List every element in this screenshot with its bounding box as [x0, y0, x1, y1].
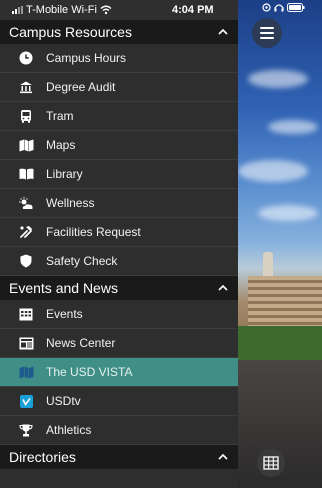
menu-item-label: Events [46, 307, 83, 321]
menu-item-degree-audit[interactable]: Degree Audit [0, 73, 238, 102]
section-header-campus-resources[interactable]: Campus Resources [0, 20, 238, 44]
chevron-up-icon [218, 28, 228, 35]
menu-item-news-center[interactable]: News Center [0, 329, 238, 358]
menu-item-the-usd-vista[interactable]: The USD VISTA [0, 358, 238, 387]
section-title: Events and News [9, 280, 118, 296]
shield-icon [18, 253, 34, 269]
menu-item-label: Library [46, 167, 83, 181]
menu-item-tram[interactable]: Tram [0, 102, 238, 131]
grid-view-icon[interactable] [257, 449, 285, 477]
calendar-grid-icon [18, 306, 34, 322]
wifi-icon [100, 5, 112, 15]
menu-item-label: News Center [46, 336, 116, 350]
hamburger-menu-icon[interactable] [252, 18, 282, 48]
menu-item-label: Campus Hours [46, 51, 127, 65]
app-screen: T-Mobile Wi-Fi 4:04 PM Campus Resources … [0, 0, 322, 488]
section-header-events-and-news[interactable]: Events and News [0, 276, 238, 300]
location-icon [262, 3, 271, 12]
headphones-icon [274, 4, 284, 12]
menu-item-maps[interactable]: Maps [0, 131, 238, 160]
trophy-icon [18, 422, 34, 438]
menu-item-campus-hours[interactable]: Campus Hours [0, 44, 238, 73]
map-icon [18, 364, 34, 380]
menu-item-wellness[interactable]: Wellness [0, 189, 238, 218]
menu-item-label: USDtv [46, 394, 81, 408]
menu-item-label: Wellness [46, 196, 95, 210]
menu-item-athletics[interactable]: Athletics [0, 416, 238, 445]
section-title: Campus Resources [9, 24, 132, 40]
weather-icon [18, 195, 34, 211]
vimeo-icon [18, 393, 34, 409]
institution-icon [18, 79, 34, 95]
signal-icon [12, 6, 23, 14]
carrier-label: T-Mobile Wi-Fi [26, 4, 97, 16]
status-time: 4:04 PM [172, 4, 214, 16]
menu-item-events[interactable]: Events [0, 300, 238, 329]
tools-icon [18, 224, 34, 240]
section-title: Directories [9, 449, 76, 465]
menu-item-label: Degree Audit [46, 80, 116, 94]
book-icon [18, 166, 34, 182]
menu-item-label: Facilities Request [46, 225, 141, 239]
menu-item-label: The USD VISTA [46, 365, 133, 379]
menu-item-library[interactable]: Library [0, 160, 238, 189]
section-header-directories[interactable]: Directories [0, 445, 238, 469]
menu-item-label: Safety Check [46, 254, 118, 268]
chevron-up-icon [218, 284, 228, 291]
menu-item-label: Maps [46, 138, 76, 152]
menu-item-label: Tram [46, 109, 74, 123]
status-bar: T-Mobile Wi-Fi 4:04 PM [0, 0, 322, 20]
bus-icon [18, 108, 34, 124]
menu-item-safety-check[interactable]: Safety Check [0, 247, 238, 276]
newspaper-icon [18, 335, 34, 351]
navigation-drawer: Campus Resources Campus Hours Degree Aud… [0, 20, 238, 488]
menu-item-usdtv[interactable]: USDtv [0, 387, 238, 416]
menu-item-label: Athletics [46, 423, 92, 437]
map-icon [18, 137, 34, 153]
campus-background-photo [238, 0, 322, 488]
battery-icon [287, 3, 305, 12]
clock-icon [18, 50, 34, 66]
chevron-up-icon [218, 453, 228, 460]
menu-item-facilities-request[interactable]: Facilities Request [0, 218, 238, 247]
